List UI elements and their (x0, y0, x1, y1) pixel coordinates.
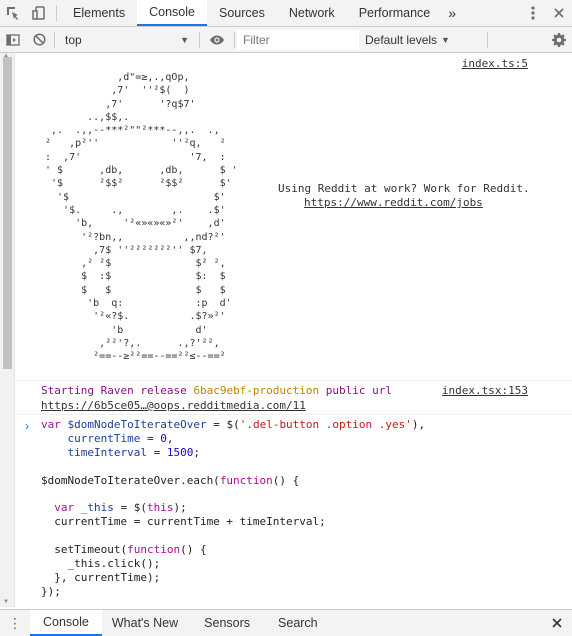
scroll-down-arrow-icon[interactable]: ▼ (3, 599, 9, 605)
raven-release: 6bac9ebf-production (193, 384, 320, 397)
reddit-jobs-link[interactable]: https://www.reddit.com/jobs (304, 196, 483, 209)
source-link[interactable]: index.ts:5 (462, 57, 528, 70)
drawer-tab-console[interactable]: Console (30, 610, 102, 636)
drawer-tab-bar: ⋮ Console What's New Sensors Search (0, 609, 572, 636)
inspect-element-icon[interactable] (0, 0, 26, 26)
console-message-raven: index.tsx:153 Starting Raven release 6ba… (15, 381, 572, 415)
drawer-tab-whats-new[interactable]: What's New (102, 610, 188, 636)
log-levels-dropdown[interactable]: Default levels ▼ (359, 33, 485, 47)
context-value: top (65, 32, 82, 47)
more-menu-icon[interactable] (520, 6, 546, 20)
filter-input[interactable] (237, 29, 359, 50)
main-tabs: Elements Console Sources Network Perform… (61, 0, 462, 26)
drawer-tab-search[interactable]: Search (266, 610, 330, 636)
toolbar-divider (199, 31, 200, 48)
tab-performance[interactable]: Performance (347, 0, 443, 26)
sidebar-toggle-icon[interactable] (0, 27, 26, 53)
toolbar-divider (234, 31, 235, 48)
prompt-chevron-icon: › (25, 419, 29, 433)
close-icon[interactable] (546, 8, 572, 18)
source-link[interactable]: index.tsx:153 (442, 384, 528, 397)
raven-message: Starting Raven release 6bac9ebf-producti… (41, 384, 392, 397)
toolbar-divider (54, 31, 55, 48)
tab-sources[interactable]: Sources (207, 0, 277, 26)
toolbar-divider (487, 31, 488, 48)
toolbar-divider (56, 5, 57, 21)
tab-elements[interactable]: Elements (61, 0, 137, 26)
raven-text-suffix: public url (325, 384, 393, 397)
scrollbar-thumb[interactable] (3, 57, 12, 369)
console-output: ▲ ▼ index.ts:5 ,d"=≥,.,qOp, ,7' ''²$( ) … (0, 53, 572, 607)
console-input-entry[interactable]: › var $domNodeToIterateOver = $('.del-bu… (15, 415, 572, 607)
raven-text-prefix: Starting Raven release (41, 384, 187, 397)
tab-console[interactable]: Console (137, 0, 207, 26)
drawer-tab-sensors[interactable]: Sensors (188, 610, 266, 636)
devtools-tab-bar: Elements Console Sources Network Perform… (0, 0, 572, 27)
scrollbar[interactable]: ▲ ▼ (0, 53, 15, 607)
dropdown-arrow-icon: ▼ (441, 34, 450, 45)
raven-url-link[interactable]: https://6b5ce05…@oops.redditmedia.com/11 (41, 399, 306, 412)
console-message-reddit-ascii: index.ts:5 ,d"=≥,.,qOp, ,7' ''²$( ) ,7' … (15, 53, 572, 381)
console-toolbar: top ▼ Default levels ▼ (0, 27, 572, 53)
device-toolbar-icon[interactable] (26, 0, 52, 26)
clear-console-icon[interactable] (26, 27, 52, 53)
drawer-menu-icon[interactable]: ⋮ (0, 610, 30, 636)
dropdown-arrow-icon: ▼ (180, 34, 189, 45)
context-selector[interactable]: top ▼ (57, 30, 197, 50)
reddit-ascii-art: ,d"=≥,.,qOp, ,7' ''²$( ) ,7' '?q$7' ..,$… (45, 72, 238, 363)
close-drawer-icon[interactable] (542, 610, 572, 636)
tab-network[interactable]: Network (277, 0, 347, 26)
settings-gear-icon[interactable] (546, 27, 572, 53)
more-tabs-icon[interactable]: » (442, 0, 462, 26)
eye-icon[interactable] (202, 27, 232, 53)
code-block[interactable]: var $domNodeToIterateOver = $('.del-butt… (41, 418, 425, 599)
reddit-jobs-text: Using Reddit at work? Work for Reddit. (278, 182, 530, 195)
log-levels-label: Default levels (365, 32, 438, 47)
